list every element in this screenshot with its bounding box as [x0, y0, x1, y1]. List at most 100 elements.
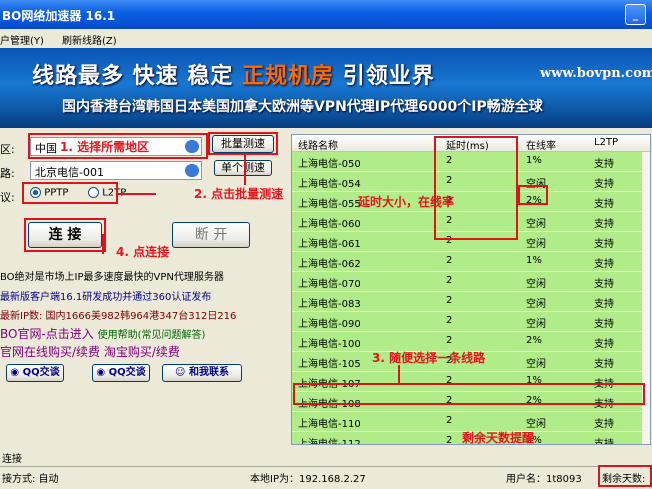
- row-online-rate: 空闲: [526, 359, 546, 370]
- region-label: 区:: [0, 143, 15, 156]
- username: 用户名：1t8093: [506, 474, 582, 485]
- annotation-arrow-batch: [244, 155, 246, 185]
- news-item-3[interactable]: 最新IP数: 国内1666美982韩964港347台312日216: [0, 307, 236, 322]
- annotation-box-rate: [518, 185, 548, 205]
- contact-label: 和我联系: [188, 367, 229, 378]
- row-l2tp: 支持: [594, 159, 614, 170]
- contact-me-button[interactable]: ☺ 和我联系: [162, 364, 242, 382]
- row-line-name: 上海电信-054: [298, 179, 361, 190]
- row-l2tp: 支持: [594, 199, 614, 210]
- row-latency: 2: [446, 335, 453, 346]
- line-value: 北京电信-001: [35, 166, 104, 179]
- row-latency: 2: [446, 275, 453, 286]
- control-panel: 区: 中国 路: 北京电信-001 议: PPTP L2TP 批量测速 单个测速…: [0, 129, 288, 444]
- annotation-box-row: [293, 383, 645, 405]
- single-test-button[interactable]: 单个测速: [214, 160, 272, 176]
- table-row[interactable]: 上海电信-062 2 1% 支持: [292, 252, 644, 272]
- chevron-down-icon: [185, 164, 199, 177]
- row-line-name: 上海电信-061: [298, 239, 361, 250]
- row-line-name: 上海电信-060: [298, 219, 361, 230]
- news-item-2[interactable]: 最新版客户端16.1研发成功并通过360认证发布: [0, 288, 211, 303]
- row-online-rate: 空闲: [526, 219, 546, 230]
- row-line-name: 上海电信-055: [298, 199, 361, 210]
- row-line-name: 上海电信-110: [298, 419, 361, 430]
- local-ip: 本地IP为：192.168.2.27: [250, 474, 366, 485]
- row-latency: 2: [446, 415, 453, 426]
- row-online-rate: 空闲: [526, 319, 546, 330]
- row-latency: 2: [446, 295, 453, 306]
- row-online-rate: 2%: [526, 335, 542, 346]
- buy-link[interactable]: 官网在线购买/续费 淘宝购买/续费: [0, 343, 180, 360]
- title-bar: BO网络加速器 16.1 _: [0, 0, 652, 29]
- annotation-arrow-protocol: [118, 193, 156, 195]
- row-l2tp: 支持: [594, 279, 614, 290]
- connection-mode: 接方式: 自动: [2, 474, 59, 485]
- annotation-box-protocol: [22, 182, 118, 204]
- minimize-button[interactable]: _: [625, 4, 646, 25]
- menu-bar: 户管理(Y) 刷新线路(Z): [0, 29, 652, 48]
- col-line-name[interactable]: 线路名称: [298, 137, 338, 152]
- annotation-box-latency: [434, 136, 518, 240]
- annotation-box-connect: [24, 218, 106, 252]
- banner: 线路最多 快速 稳定 正规机房 引领业界 www.bovpn.com 国内香港台…: [0, 48, 652, 128]
- row-line-name: 上海电信-090: [298, 319, 361, 330]
- row-l2tp: 支持: [594, 239, 614, 250]
- banner-url: www.bovpn.com: [540, 66, 652, 81]
- qq-icon: ◉: [10, 367, 20, 378]
- help-link[interactable]: 使用帮助(常见问题解答): [98, 330, 206, 341]
- row-l2tp: 支持: [594, 359, 614, 370]
- slogan-part-2: 正规机房: [242, 64, 335, 89]
- row-l2tp: 支持: [594, 339, 614, 350]
- line-label: 路:: [0, 167, 15, 180]
- row-line-name: 上海电信-112: [298, 439, 361, 445]
- chat-icon: ☺: [175, 367, 186, 378]
- annotation-latency-hint: 延时大小，在线率: [358, 195, 455, 209]
- menu-user-management[interactable]: 户管理(Y): [0, 32, 44, 47]
- annotation-days-hint: 剩余天数提醒: [462, 431, 535, 445]
- qq-chat-button-1[interactable]: ◉ QQ交谈: [6, 364, 64, 382]
- remaining-days: 剩余天数:: [602, 474, 646, 485]
- slogan-part-3: 引领业界: [342, 64, 435, 89]
- annotation-box-batch: [208, 132, 278, 155]
- protocol-label: 议:: [0, 191, 15, 204]
- row-l2tp: 支持: [594, 439, 614, 445]
- annotation-step3: 3. 随便选择一条线路: [372, 351, 486, 365]
- window-title: BO网络加速器 16.1: [2, 9, 116, 23]
- table-row[interactable]: 上海电信-090 2 空闲 支持: [292, 312, 644, 332]
- disconnect-button[interactable]: 断 开: [172, 222, 250, 248]
- annotation-step1: 1. 选择所需地区: [60, 140, 150, 154]
- annotation-step4: 4. 点连接: [116, 245, 170, 259]
- row-latency: 2: [446, 435, 453, 445]
- qq2-label: QQ交谈: [108, 367, 146, 378]
- col-online-rate[interactable]: 在线率: [526, 137, 556, 152]
- qq-chat-button-2[interactable]: ◉ QQ交谈: [92, 364, 150, 382]
- table-row[interactable]: 上海电信-070 2 空闲 支持: [292, 272, 644, 292]
- row-line-name: 上海电信-050: [298, 159, 361, 170]
- row-l2tp: 支持: [594, 179, 614, 190]
- table-row[interactable]: 上海电信-083 2 空闲 支持: [292, 292, 644, 312]
- slogan-part-1: 线路最多 快速 稳定: [32, 64, 234, 89]
- row-l2tp: 支持: [594, 259, 614, 270]
- row-online-rate: 空闲: [526, 419, 546, 430]
- connection-state: 连接: [2, 454, 22, 465]
- news-item-1[interactable]: BO绝对是市场上IP最多速度最快的VPN代理服务器: [0, 268, 224, 283]
- qq1-label: QQ交谈: [22, 367, 60, 378]
- annotation-arrow-row: [398, 365, 400, 383]
- menu-refresh-lines[interactable]: 刷新线路(Z): [62, 32, 117, 47]
- row-latency: 2: [446, 255, 453, 266]
- line-table[interactable]: 线路名称 延时(ms) 在线率 L2TP 上海电信-050 2 1% 支持 上海电信-0…: [291, 134, 651, 445]
- row-l2tp: 支持: [594, 219, 614, 230]
- line-select[interactable]: 北京电信-001: [30, 161, 202, 180]
- qq-icon: ◉: [96, 367, 106, 378]
- row-latency: 2: [446, 315, 453, 326]
- row-online-rate: 空闲: [526, 299, 546, 310]
- official-site-link[interactable]: BO官网-点击进入: [0, 327, 94, 341]
- row-online-rate: 1%: [526, 155, 542, 166]
- row-l2tp: 支持: [594, 299, 614, 310]
- row-online-rate: 空闲: [526, 239, 546, 250]
- annotation-arrow-connect: [102, 234, 104, 254]
- status-bar: 连接 接方式: 自动 本地IP为：192.168.2.27 用户名：1t8093…: [0, 446, 652, 489]
- col-l2tp[interactable]: L2TP: [594, 137, 618, 148]
- row-online-rate: 空闲: [526, 279, 546, 290]
- row-online-rate: 1%: [526, 255, 542, 266]
